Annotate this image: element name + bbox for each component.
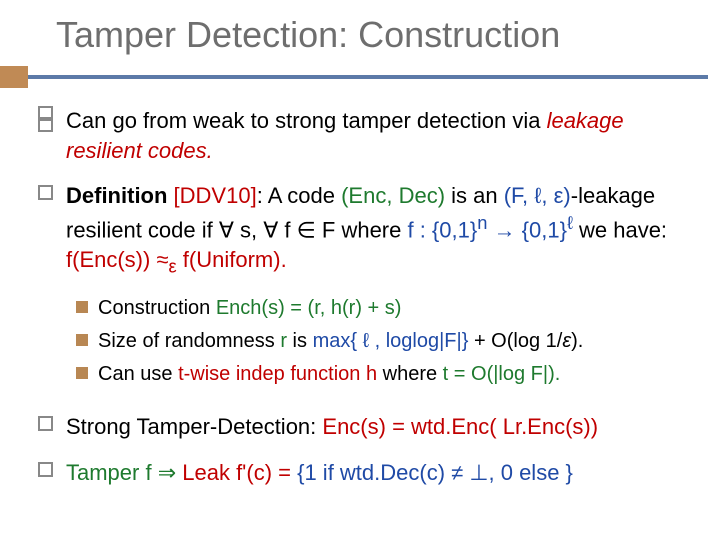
label: Construction: [98, 297, 216, 319]
code-pair: (Enc, Dec): [341, 183, 445, 208]
citation: [DDV10]: [174, 183, 257, 208]
text: : A code: [257, 183, 341, 208]
bullet-definition: Definition [DDV10]: A code (Enc, Dec) is…: [38, 181, 690, 279]
eps-var: ε: [562, 330, 571, 352]
text: ).: [571, 330, 583, 352]
text: + O(log 1/: [468, 330, 562, 352]
accent-block: [0, 66, 28, 88]
title-underline: [0, 66, 720, 88]
text: is: [287, 330, 313, 352]
subbullet-icon: [76, 334, 88, 346]
leak-set: {1 if wtd.Dec(c) ≠ ⊥, 0 else }: [297, 460, 573, 485]
text: Can use: [98, 363, 178, 385]
approx-right: f(Uniform).: [177, 247, 287, 272]
text: Size of randomness: [98, 330, 280, 352]
bullet-icon: [38, 106, 53, 134]
t-equation: t = O(|log F|).: [443, 363, 561, 385]
slide: Tamper Detection: Construction Can go fr…: [0, 0, 720, 540]
params: (F, ℓ, ε): [504, 183, 571, 208]
subbullet-icon: [76, 301, 88, 313]
enc-formula: Enc(s) = wtd.Enc( Lr.Enc(s)): [322, 414, 598, 439]
label: Strong Tamper-Detection:: [66, 414, 322, 439]
approx-left: f(Enc(s)) ≈: [66, 247, 169, 272]
text: is an: [445, 183, 504, 208]
slide-title: Tamper Detection: Construction: [0, 0, 720, 66]
subbullet-icon: [76, 367, 88, 379]
twise-term: t-wise indep function h: [178, 363, 377, 385]
text: Can go from weak to strong tamper detect…: [66, 108, 547, 133]
fmap: f : {0,1}: [407, 217, 477, 242]
formula: Ench(s) = (r, h(r) + s): [216, 297, 402, 319]
bullet-icon: [38, 462, 53, 477]
slide-body: Can go from weak to strong tamper detect…: [0, 106, 720, 488]
sub-construction: Construction Ench(s) = (r, h(r) + s): [76, 295, 690, 322]
text: we have:: [573, 217, 667, 242]
bullet-strong-td: Strong Tamper-Detection: Enc(s) = wtd.En…: [38, 412, 690, 442]
sup-n: n: [477, 212, 487, 233]
sub-twise: Can use t-wise indep function h where t …: [76, 361, 690, 388]
bullet-icon: [38, 416, 53, 431]
arrow: →: [487, 217, 521, 242]
r-var: r: [280, 330, 287, 352]
sub-randomness: Size of randomness r is max{ ℓ , loglog|…: [76, 328, 690, 355]
def-label: Definition: [66, 183, 174, 208]
horizontal-rule: [28, 75, 708, 79]
tamper-f: Tamper f ⇒: [66, 460, 182, 485]
fmap2: {0,1}: [522, 217, 567, 242]
approx-eps: ε: [169, 255, 177, 276]
max-expr: max{ ℓ , loglog|F|}: [313, 330, 469, 352]
bullet-icon: [38, 185, 53, 200]
bullet-leakage-resilient: Can go from weak to strong tamper detect…: [38, 106, 690, 165]
bullet-tamper-leak: Tamper f ⇒ Leak f'(c) = {1 if wtd.Dec(c)…: [38, 458, 690, 488]
text: where: [377, 363, 443, 385]
leak-f: Leak f'(c) =: [182, 460, 297, 485]
